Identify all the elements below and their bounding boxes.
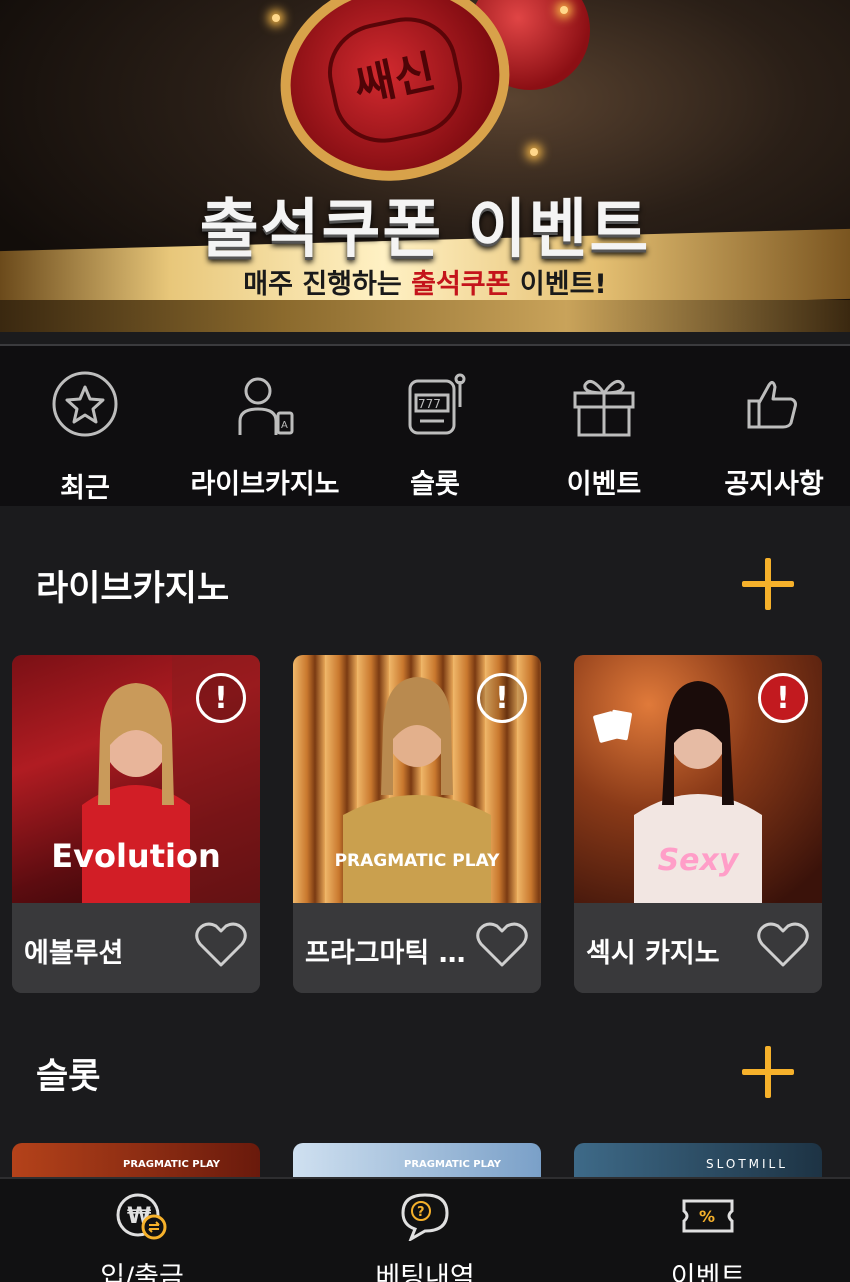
game-card-evolution[interactable]: Evolution ! 에볼루션 bbox=[12, 655, 260, 993]
thumbs-up-icon bbox=[734, 368, 814, 440]
info-alert-icon[interactable]: ! bbox=[758, 673, 808, 723]
provider-logo: PRAGMATIC PLAY bbox=[123, 1159, 220, 1170]
slot-machine-icon: 777 bbox=[395, 368, 475, 440]
card-footer: 섹시 카지노 bbox=[574, 903, 822, 993]
section-title-slot: 슬롯 bbox=[36, 1057, 101, 1097]
event-banner[interactable]: 쌔신 출석쿠폰 이벤트 매주 진행하는 출석쿠폰 이벤트! bbox=[0, 0, 850, 332]
category-recent[interactable]: 최근 bbox=[34, 346, 136, 508]
game-name: 프라그마틱 … bbox=[305, 938, 466, 969]
info-alert-icon[interactable]: ! bbox=[196, 673, 246, 723]
game-thumbnail: Sexy ! bbox=[574, 655, 822, 903]
game-thumbnail: Evolution ! bbox=[12, 655, 260, 903]
nav-label: 입/출금 bbox=[100, 1262, 184, 1282]
info-alert-icon[interactable]: ! bbox=[477, 673, 527, 723]
nav-betting-history[interactable]: ? 베팅내역 bbox=[325, 1179, 525, 1282]
category-bar: 최근 A 라이브카지노 777 슬롯 이벤트 공지사항 bbox=[0, 344, 850, 506]
game-card-sexy-casino[interactable]: Sexy ! 섹시 카지노 bbox=[574, 655, 822, 993]
category-live-casino[interactable]: A 라이브카지노 bbox=[180, 346, 350, 508]
category-label: 라이브카지노 bbox=[190, 469, 340, 500]
nav-label: 베팅내역 bbox=[375, 1262, 475, 1282]
provider-logo: Sexy bbox=[657, 843, 739, 878]
section-title-live-casino: 라이브카지노 bbox=[36, 569, 230, 609]
category-event[interactable]: 이벤트 bbox=[554, 346, 654, 508]
category-label: 최근 bbox=[60, 473, 110, 504]
nav-event[interactable]: % 이벤트 bbox=[608, 1179, 808, 1282]
gift-icon bbox=[564, 368, 644, 440]
game-name: 에볼루션 bbox=[24, 938, 124, 969]
category-slot[interactable]: 777 슬롯 bbox=[390, 346, 480, 508]
sparkle bbox=[530, 148, 538, 156]
live-casino-more-button[interactable] bbox=[742, 558, 794, 610]
svg-text:777: 777 bbox=[418, 397, 441, 411]
provider-logo: Evolution bbox=[51, 837, 221, 875]
app-page: 쌔신 출석쿠폰 이벤트 매주 진행하는 출석쿠폰 이벤트! 최근 A 라이브카지… bbox=[0, 0, 850, 1282]
favorite-heart-icon[interactable] bbox=[756, 921, 810, 969]
provider-logo: SLOTMILL bbox=[706, 1157, 788, 1171]
game-thumbnail: PRAGMATIC PLAY ! bbox=[293, 655, 541, 903]
category-label: 슬롯 bbox=[410, 469, 460, 500]
bottom-nav: ₩ 입/출금 ? 베팅내역 % 이벤트 bbox=[0, 1177, 850, 1282]
banner-title: 출석쿠폰 이벤트 bbox=[199, 193, 651, 267]
favorite-heart-icon[interactable] bbox=[475, 921, 529, 969]
slot-more-button[interactable] bbox=[742, 1046, 794, 1098]
card-footer: 에볼루션 bbox=[12, 903, 260, 993]
stamp-graphic: 쌔신 bbox=[261, 0, 529, 202]
banner-subtitle: 매주 진행하는 출석쿠폰 이벤트! bbox=[243, 269, 607, 300]
card-footer: 프라그마틱 … bbox=[293, 903, 541, 993]
sparkle bbox=[560, 6, 568, 14]
category-label: 이벤트 bbox=[566, 469, 642, 500]
won-exchange-icon: ₩ bbox=[112, 1191, 172, 1241]
svg-text:%: % bbox=[699, 1207, 715, 1226]
provider-logo: PRAGMATIC PLAY bbox=[334, 851, 500, 871]
banner-gold-band-lower bbox=[0, 300, 850, 332]
category-notice[interactable]: 공지사항 bbox=[718, 346, 830, 508]
game-name: 섹시 카지노 bbox=[586, 938, 720, 969]
favorite-heart-icon[interactable] bbox=[194, 921, 248, 969]
svg-text:A: A bbox=[281, 420, 288, 431]
provider-logo: PRAGMATIC PLAY bbox=[404, 1159, 501, 1170]
category-label: 공지사항 bbox=[724, 469, 824, 500]
stamp-text: 쌔신 bbox=[349, 46, 440, 113]
svg-text:?: ? bbox=[417, 1205, 425, 1220]
nav-label: 이벤트 bbox=[670, 1262, 746, 1282]
game-card-pragmatic[interactable]: PRAGMATIC PLAY ! 프라그마틱 … bbox=[293, 655, 541, 993]
percent-ticket-icon: % bbox=[678, 1191, 738, 1241]
question-bubble-icon: ? bbox=[395, 1191, 455, 1241]
dealer-icon: A bbox=[225, 368, 305, 440]
star-icon bbox=[45, 368, 125, 440]
nav-deposit-withdraw[interactable]: ₩ 입/출금 bbox=[42, 1179, 242, 1282]
sparkle bbox=[272, 14, 280, 22]
